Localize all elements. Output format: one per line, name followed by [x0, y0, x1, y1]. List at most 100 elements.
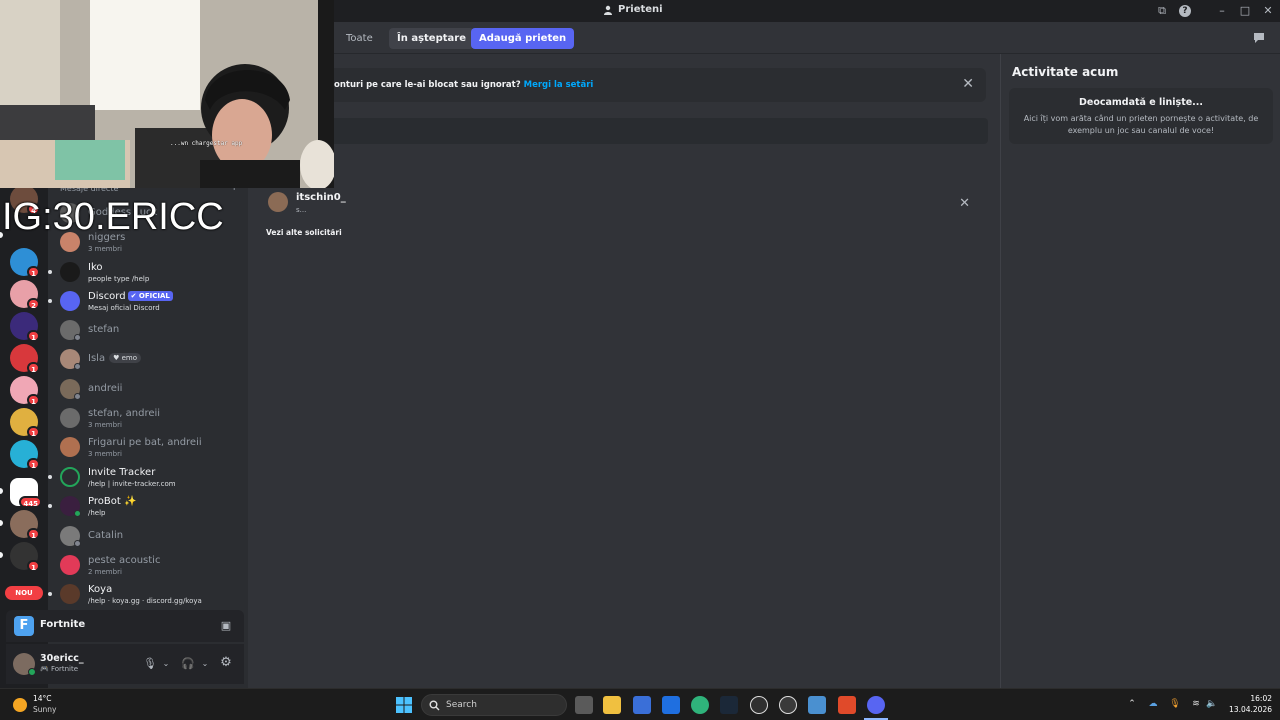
unread-indicator	[48, 270, 52, 274]
sun-icon[interactable]	[13, 698, 27, 712]
clock-time[interactable]: 16:02	[1236, 694, 1272, 703]
wifi-icon[interactable]: ≋	[1190, 698, 1202, 710]
volume-icon[interactable]: 🔈	[1206, 698, 1218, 710]
mail-icon[interactable]	[662, 696, 680, 714]
status-indicator	[74, 334, 81, 341]
discord-icon[interactable]	[867, 696, 885, 714]
chevron-up-icon[interactable]: ⌃	[1126, 698, 1138, 710]
server-icon[interactable]: 1	[10, 248, 40, 278]
taskbar-search[interactable]: Search	[421, 694, 567, 716]
tab-add-friend[interactable]: Adaugă prieten	[471, 28, 575, 49]
weather-description[interactable]: Sunny	[33, 705, 56, 714]
server-icon[interactable]: 1	[10, 376, 40, 406]
settings-link[interactable]: Mergi la setări	[524, 80, 594, 90]
tab-all[interactable]: Toate	[338, 28, 381, 49]
dm-item[interactable]: Catalin	[56, 522, 242, 550]
server-icon[interactable]: 1	[10, 542, 40, 572]
chevron-down-icon[interactable]: ⌄	[159, 657, 173, 671]
empty-body: Aici îți vom arăta când un prieten porne…	[1023, 114, 1259, 135]
server-icon[interactable]: 1	[10, 312, 40, 342]
steam-icon[interactable]	[720, 696, 738, 714]
server-icon[interactable]: 1	[10, 344, 40, 374]
notice-text: onturi pe care le-ai blocat sau ignorat?	[334, 80, 521, 90]
dm-item[interactable]: Frigarui pe bat, andreii 3 membri	[56, 433, 242, 461]
dm-item[interactable]: peste acoustic 2 membri	[56, 551, 242, 579]
edge-icon[interactable]	[691, 696, 709, 714]
dm-item[interactable]: ProBot ✨ /help	[56, 492, 242, 520]
see-more-requests-link[interactable]: Vezi alte solicitări	[266, 228, 342, 237]
dm-item[interactable]: Invite Tracker /help | invite-tracker.co…	[56, 463, 242, 491]
stream-overlay-text: IG:30.ERICC	[2, 196, 224, 238]
maximize-button[interactable]: □	[1238, 4, 1252, 18]
decline-request-icon[interactable]: ✕	[959, 196, 970, 211]
weather-temperature[interactable]: 14°C	[33, 694, 52, 703]
cloud-icon[interactable]: ☁	[1147, 698, 1159, 710]
task-view-icon[interactable]	[575, 696, 593, 714]
new-group-dm-icon[interactable]	[1252, 31, 1266, 45]
new-badge[interactable]: NOU	[5, 586, 43, 600]
headphones-icon[interactable]: 🎧	[181, 657, 195, 671]
dm-item[interactable]: stefan, andreii 3 membri	[56, 404, 242, 432]
status-indicator	[74, 540, 81, 547]
chevron-down-icon[interactable]: ⌄	[198, 657, 212, 671]
close-icon[interactable]: ✕	[962, 76, 974, 92]
notepad-icon[interactable]	[808, 696, 826, 714]
file-explorer-icon[interactable]	[603, 696, 621, 714]
request-subtext: s...	[296, 206, 307, 214]
server-icon[interactable]: 1	[10, 408, 40, 438]
active-now-empty-card: Deocamdată e liniște... Aici îți vom ară…	[1009, 88, 1273, 144]
tab-pending[interactable]: În așteptare	[389, 28, 474, 49]
friends-icon	[604, 5, 612, 15]
status-indicator	[74, 363, 81, 370]
microsoft-store-icon[interactable]	[633, 696, 651, 714]
avatar	[60, 437, 80, 457]
windows-start-icon[interactable]	[396, 697, 412, 713]
search-icon	[429, 700, 440, 711]
help-icon[interactable]: ?	[1179, 5, 1191, 17]
brave-icon[interactable]	[838, 696, 856, 714]
unread-indicator	[48, 592, 52, 596]
official-badge: ✔ OFICIAL	[127, 291, 173, 301]
server-icon[interactable]: 1	[10, 510, 40, 540]
server-icon[interactable]: 1	[10, 440, 40, 470]
fortnite-icon: F	[14, 616, 34, 636]
webcam-caption: ...wn chargestar app	[170, 140, 243, 147]
close-window-button[interactable]: ✕	[1261, 4, 1275, 18]
unread-indicator	[48, 504, 52, 508]
dm-item[interactable]: Iko people type /help	[56, 258, 242, 286]
server-icon[interactable]: 445	[10, 478, 42, 508]
dm-item[interactable]: Koya /help · koya.gg · discord.gg/koya	[56, 580, 242, 608]
empty-heading: Deocamdată e liniște...	[1078, 97, 1203, 108]
avatar	[60, 262, 80, 282]
status-indicator	[74, 510, 81, 517]
microphone-icon[interactable]: 🎙	[143, 657, 157, 671]
dm-item[interactable]: stefan	[56, 316, 242, 344]
blocked-notice: onturi pe care le-ai blocat sau ignorat?…	[258, 68, 986, 102]
app-icon[interactable]	[779, 696, 797, 714]
main-content	[248, 54, 1000, 688]
clock-date[interactable]: 13.04.2026	[1222, 705, 1272, 714]
user-panel: 30ericc_ 🎮 Fortnite 🎙 ⌄ 🎧 ⌄ ⚙	[6, 644, 244, 684]
app-icon[interactable]	[750, 696, 768, 714]
taskbar: 14°C Sunny Search ⌃ ☁ 🎙 ≋ 🔈 16:02 13.04.…	[0, 688, 1280, 720]
dm-item[interactable]: andreii	[56, 375, 242, 403]
screen-share-icon[interactable]: ⧉	[1155, 4, 1169, 18]
dm-item[interactable]: Isla ♥ emo	[56, 345, 242, 373]
invite-tracker-icon	[60, 467, 80, 487]
status-indicator	[74, 393, 81, 400]
active-now-panel: Activitate acum Deocamdată e liniște... …	[1000, 54, 1280, 688]
minimize-button[interactable]: –	[1215, 4, 1229, 18]
activity-card-icon[interactable]: ▣	[219, 619, 233, 633]
search-input[interactable]	[258, 118, 988, 144]
server-icon[interactable]: 2	[10, 280, 40, 310]
microphone-icon[interactable]: 🎙	[1169, 698, 1181, 710]
request-username: itschin0_	[296, 192, 346, 203]
dm-item[interactable]: Discord ✔ OFICIAL Mesaj oficial Discord	[56, 287, 242, 315]
webcam-image	[0, 0, 334, 188]
pending-request-row[interactable]: itschin0_ s... ✕	[260, 186, 978, 220]
group-icon	[60, 555, 80, 575]
activity-panel: F Fortnite ▣	[6, 610, 244, 642]
gear-icon[interactable]: ⚙	[219, 656, 233, 670]
username: 30ericc_	[40, 653, 84, 664]
active-now-title: Activitate acum	[1012, 65, 1119, 79]
